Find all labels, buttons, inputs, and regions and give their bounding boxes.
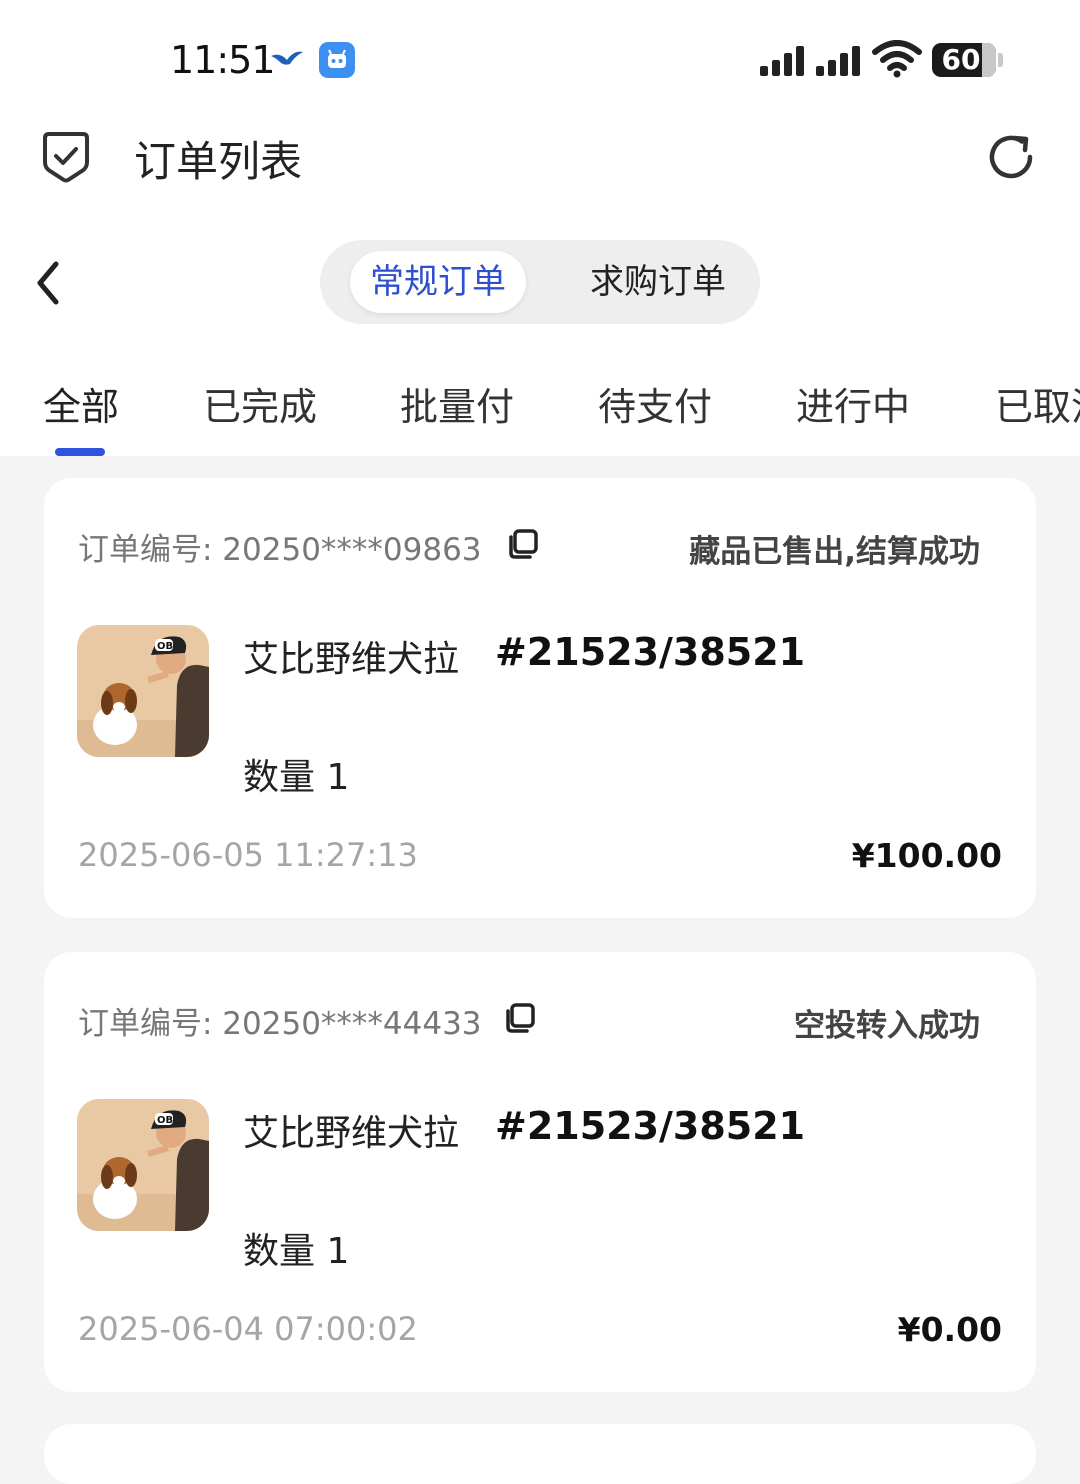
page-title: 订单列表 [134,137,303,186]
refresh-icon[interactable] [984,130,1038,184]
order-card-partial[interactable] [44,1424,1036,1484]
order-type-segment: 常规订单 求购订单 [320,240,760,324]
tab-purchase-request-orders[interactable]: 求购订单 [570,251,746,313]
app-notification-icon [319,42,355,78]
item-name: 艾比野维犬拉 [243,639,460,680]
order-price: ¥100.00 [851,836,1002,875]
item-quantity: 数量 1 [243,1231,350,1272]
signal-icon-sim1 [760,46,804,76]
battery-level: 60 [941,43,981,76]
order-timestamp: 2025-06-05 11:27:13 [78,836,418,874]
order-number: 订单编号: 20250****09863 [78,532,482,568]
battery-tip [998,53,1003,67]
tab-pending-payment[interactable]: 待支付 [598,376,712,431]
signal-icon-sim2 [816,46,860,76]
back-chevron-icon[interactable] [32,260,66,306]
svg-text:OB: OB [157,1115,173,1126]
copy-icon[interactable] [504,1002,536,1034]
tab-completed[interactable]: 已完成 [203,376,317,431]
tab-regular-orders[interactable]: 常规订单 [350,251,526,313]
tab-all[interactable]: 全部 [43,376,119,431]
order-status: 藏品已售出,结算成功 [689,534,980,570]
battery-indicator: 60 [932,43,996,77]
copy-icon[interactable] [507,528,539,560]
status-time: 11:51 [170,38,276,82]
tab-batch-pay[interactable]: 批量付 [400,376,514,431]
order-timestamp: 2025-06-04 07:00:02 [78,1310,418,1348]
item-quantity: 数量 1 [243,757,350,798]
svg-text:OB: OB [157,641,173,652]
item-thumbnail: OB [77,1099,209,1231]
tab-in-progress[interactable]: 进行中 [796,376,910,431]
shield-check-icon[interactable] [40,130,92,184]
order-card[interactable]: 订单编号: 20250****44433 空投转入成功 OB 艾比野维犬拉 #2… [44,952,1036,1392]
wifi-icon [872,40,922,78]
item-serial: #21523/38521 [495,1104,806,1148]
order-number: 订单编号: 20250****44433 [78,1006,482,1042]
bird-notification-icon [271,51,303,65]
order-price: ¥0.00 [897,1310,1002,1349]
item-serial: #21523/38521 [495,630,806,674]
order-status: 空投转入成功 [794,1008,980,1044]
item-thumbnail: OB [77,625,209,757]
item-name: 艾比野维犬拉 [243,1113,460,1154]
tab-cancelled[interactable]: 已取消 [995,376,1080,431]
order-card[interactable]: 订单编号: 20250****09863 藏品已售出,结算成功 OB 艾比野维犬… [44,478,1036,918]
active-tab-indicator [55,448,105,456]
